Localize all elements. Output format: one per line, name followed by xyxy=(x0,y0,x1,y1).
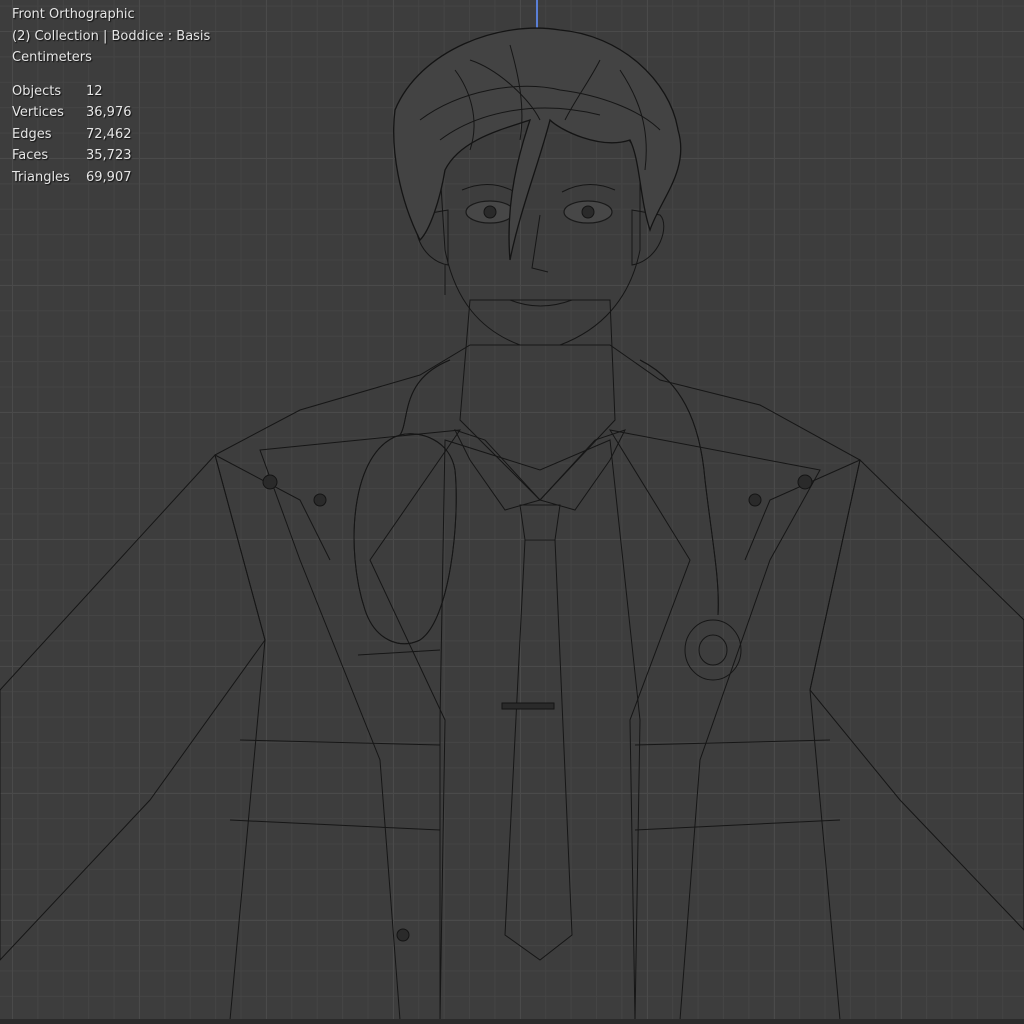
stat-row-edges: Edges 72,462 xyxy=(12,124,210,146)
stat-value: 12 xyxy=(86,83,103,99)
units-label: Centimeters xyxy=(12,50,92,65)
coat-mesh xyxy=(214,344,861,1021)
stat-row-vertices: Vertices 36,976 xyxy=(12,102,210,124)
collection-info-label: (2) Collection | Boddice : Basis xyxy=(12,28,211,44)
right-sleeve-mesh xyxy=(809,459,1024,931)
stethoscope-mesh xyxy=(353,359,742,681)
stat-label: Vertices xyxy=(12,105,64,120)
stat-label: Triangles xyxy=(12,169,70,185)
necktie-mesh xyxy=(501,504,573,961)
3d-viewport[interactable]: Front Orthographic (2) Collection | Bodd… xyxy=(0,0,1024,1024)
view-name-label: Front Orthographic xyxy=(12,7,135,22)
stat-label: Objects xyxy=(12,83,62,99)
left-sleeve-mesh xyxy=(0,453,266,961)
stat-value: 69,907 xyxy=(86,169,132,185)
stat-row-triangles: Triangles 69,907 xyxy=(12,167,210,189)
hair-mesh xyxy=(393,27,682,261)
stat-label: Edges xyxy=(12,126,52,142)
scene-statistics: Objects 12 Vertices 36,976 Edges 72,462 … xyxy=(12,81,210,189)
viewport-info-overlay: Front Orthographic (2) Collection | Bodd… xyxy=(12,4,210,188)
stat-row-objects: Objects 12 xyxy=(12,81,210,103)
stat-label: Faces xyxy=(12,148,49,163)
stat-value: 72,462 xyxy=(86,126,132,142)
stat-value: 36,976 xyxy=(86,105,132,120)
neck-mesh xyxy=(459,299,616,501)
stat-value: 35,723 xyxy=(86,148,132,163)
viewport-bottom-border xyxy=(0,1019,1024,1024)
stat-row-faces: Faces 35,723 xyxy=(12,145,210,167)
